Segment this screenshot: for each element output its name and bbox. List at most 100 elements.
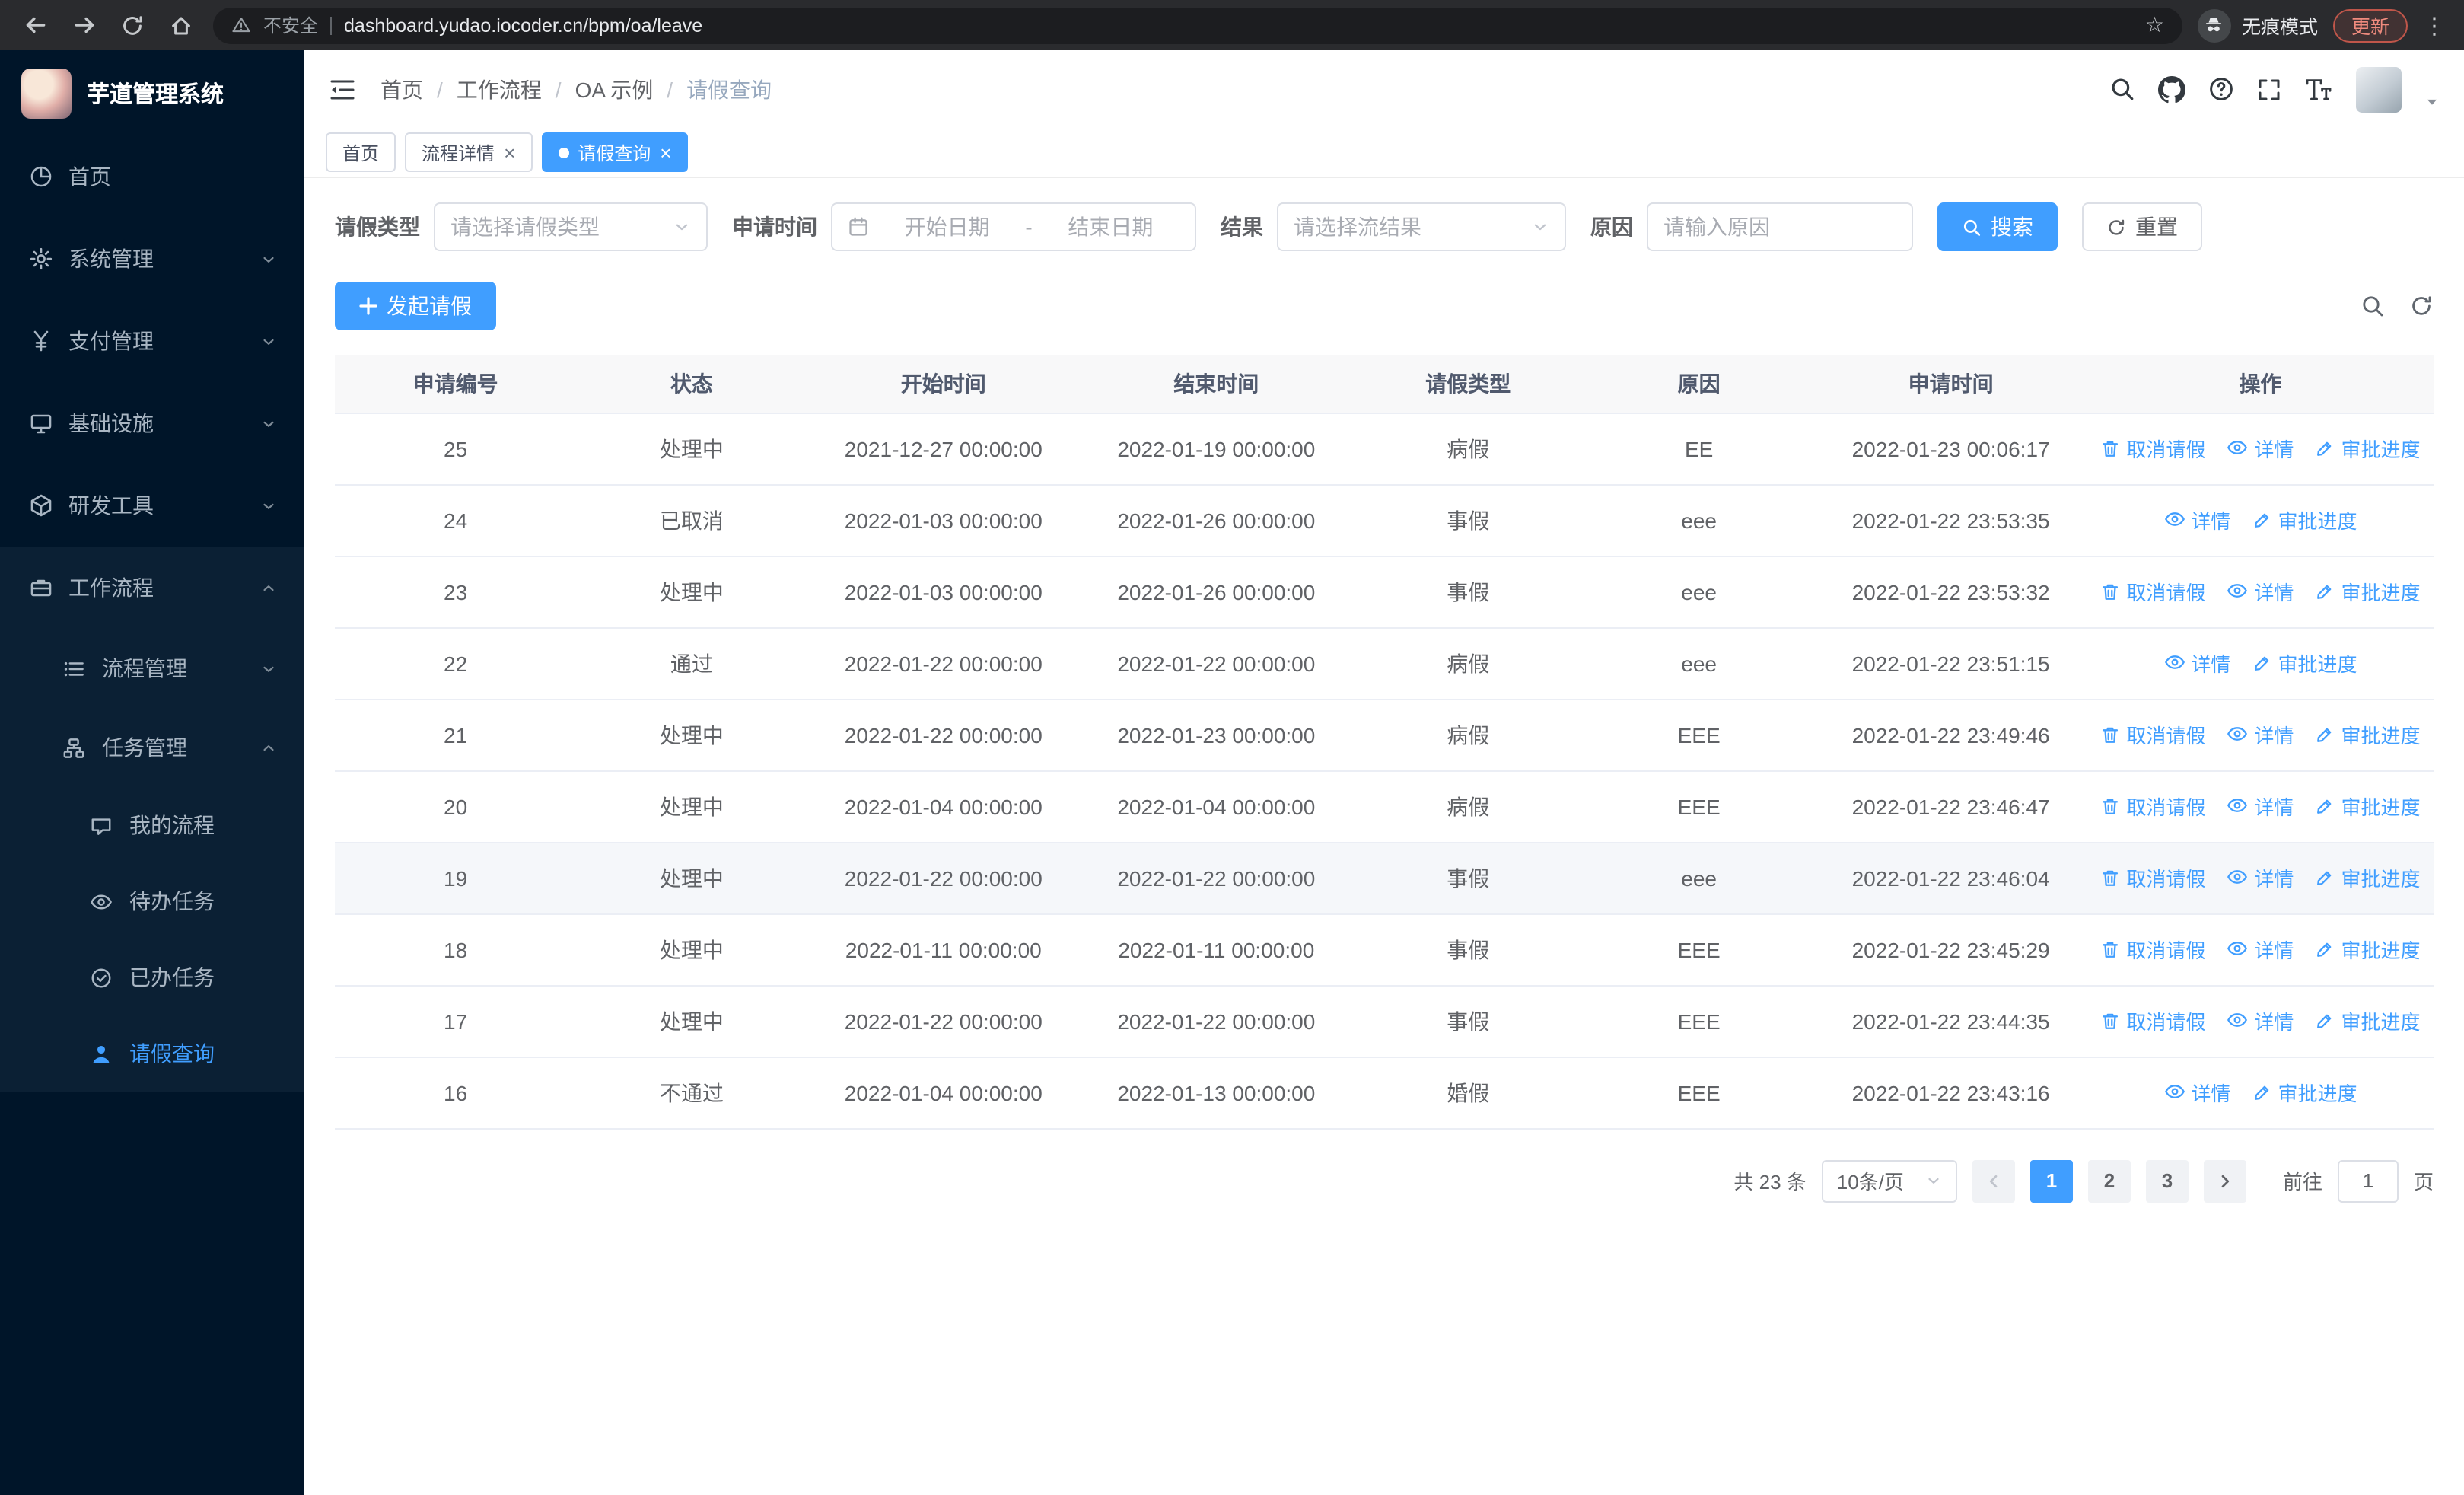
table-search-icon[interactable]	[2361, 294, 2385, 318]
sidebar-item-payment[interactable]: 支付管理	[0, 300, 304, 382]
cancel-leave-link[interactable]: 取消请假	[2100, 435, 2205, 464]
fullscreen-icon[interactable]	[2257, 77, 2281, 101]
create-leave-button[interactable]: 发起请假	[335, 282, 496, 330]
next-page-button[interactable]	[2203, 1159, 2246, 1202]
apply-id-cell: 17	[335, 985, 577, 1057]
home-icon[interactable]	[164, 8, 198, 42]
close-icon[interactable]: ×	[660, 142, 671, 162]
check-circle-icon	[88, 964, 114, 990]
detail-link[interactable]: 详情	[2163, 505, 2230, 534]
column-header: 操作	[2087, 355, 2434, 413]
sidebar-item-my-processes[interactable]: 我的流程	[0, 787, 304, 863]
start-date-placeholder[interactable]: 开始日期	[878, 212, 1016, 242]
help-icon[interactable]	[2208, 76, 2234, 102]
page-button[interactable]: 3	[2145, 1159, 2189, 1202]
address-divider	[330, 16, 333, 34]
approval-progress-link[interactable]: 审批进度	[2315, 435, 2420, 464]
cancel-leave-link[interactable]: 取消请假	[2100, 578, 2205, 607]
app-logo[interactable]: 芋道管理系统	[0, 50, 304, 135]
search-icon[interactable]	[2109, 76, 2135, 102]
back-icon[interactable]	[18, 8, 52, 42]
end-date-placeholder[interactable]: 结束日期	[1042, 212, 1179, 242]
sidebar-item-workflow[interactable]: 工作流程	[0, 547, 304, 629]
sidebar-item-system[interactable]: 系统管理	[0, 218, 304, 300]
sidebar-item-home[interactable]: 首页	[0, 135, 304, 218]
approval-progress-link[interactable]: 审批进度	[2315, 578, 2420, 607]
apply-time-cell: 2022-01-22 23:45:29	[1814, 913, 2087, 986]
security-label[interactable]: 不安全	[263, 12, 318, 38]
tab-home[interactable]: 首页	[326, 132, 396, 172]
detail-link[interactable]: 详情	[2227, 434, 2294, 463]
result-select[interactable]: 请选择流结果	[1277, 202, 1566, 251]
address-bar[interactable]: 不安全 dashboard.yudao.iocoder.cn/bpm/oa/le…	[213, 7, 2182, 43]
detail-link[interactable]: 详情	[2163, 1078, 2230, 1107]
approval-progress-link[interactable]: 审批进度	[2315, 1007, 2420, 1036]
approval-progress-link[interactable]: 审批进度	[2252, 1079, 2357, 1108]
tab-process-detail[interactable]: 流程详情 ×	[405, 132, 533, 172]
detail-link[interactable]: 详情	[2227, 577, 2294, 606]
end-time-cell: 2022-01-26 00:00:00	[1080, 556, 1353, 628]
start-time-cell: 2022-01-03 00:00:00	[807, 484, 1081, 556]
breadcrumb-item[interactable]: OA 示例	[575, 74, 654, 104]
detail-link[interactable]: 详情	[2227, 863, 2294, 892]
forward-icon[interactable]	[67, 8, 100, 42]
detail-link[interactable]: 详情	[2163, 649, 2230, 677]
approval-progress-link[interactable]: 审批进度	[2315, 792, 2420, 821]
detail-link[interactable]: 详情	[2227, 792, 2294, 821]
detail-link[interactable]: 详情	[2227, 1006, 2294, 1035]
cancel-leave-link[interactable]: 取消请假	[2100, 792, 2205, 821]
approval-progress-link[interactable]: 审批进度	[2315, 721, 2420, 750]
bookmark-star-icon[interactable]: ☆	[2145, 12, 2164, 38]
tab-leave-query[interactable]: 请假查询 ×	[541, 132, 689, 172]
detail-link[interactable]: 详情	[2227, 720, 2294, 749]
breadcrumb-item[interactable]: 工作流程	[457, 74, 542, 104]
sidebar-item-devtools[interactable]: 研发工具	[0, 464, 304, 547]
dashboard-icon	[27, 164, 53, 190]
font-size-icon[interactable]	[2304, 77, 2333, 101]
start-time-cell: 2022-01-22 00:00:00	[807, 699, 1081, 771]
page-button[interactable]: 2	[2087, 1159, 2131, 1202]
actions-cell: 取消请假 详情 审批进度	[2087, 699, 2434, 771]
leave-type-select[interactable]: 请选择请假类型	[434, 202, 708, 251]
prev-page-button[interactable]	[1972, 1159, 2015, 1202]
goto-page-input[interactable]	[2337, 1159, 2399, 1202]
cancel-leave-link[interactable]: 取消请假	[2100, 936, 2205, 964]
status-cell: 处理中	[576, 699, 807, 771]
page-button[interactable]: 1	[2029, 1159, 2073, 1202]
approval-progress-link[interactable]: 审批进度	[2252, 506, 2357, 535]
sidebar-item-process-management[interactable]: 流程管理	[0, 629, 304, 708]
top-header: 首页 / 工作流程 / OA 示例 / 请假查询	[304, 50, 2464, 128]
browser-menu-icon[interactable]: ⋮	[2423, 11, 2446, 39]
approval-progress-link[interactable]: 审批进度	[2315, 936, 2420, 964]
reload-icon[interactable]	[116, 8, 149, 42]
user-avatar[interactable]	[2356, 66, 2402, 112]
update-button[interactable]: 更新	[2332, 8, 2408, 42]
sidebar-item-todo-tasks[interactable]: 待办任务	[0, 863, 304, 939]
reset-button[interactable]: 重置	[2082, 202, 2202, 251]
close-icon[interactable]: ×	[504, 142, 515, 162]
apply-time-range-picker[interactable]: 开始日期 - 结束日期	[831, 202, 1196, 251]
approval-progress-link[interactable]: 审批进度	[2252, 649, 2357, 678]
eye-icon	[2227, 581, 2248, 602]
user-menu-caret-icon[interactable]	[2424, 94, 2440, 109]
cancel-leave-link[interactable]: 取消请假	[2100, 721, 2205, 750]
sidebar-item-task-management[interactable]: 任务管理	[0, 708, 304, 787]
github-icon[interactable]	[2158, 75, 2185, 103]
sidebar-item-done-tasks[interactable]: 已办任务	[0, 939, 304, 1015]
edit-icon	[2315, 439, 2335, 459]
collapse-menu-icon[interactable]	[329, 77, 356, 101]
sidebar-item-leave-query[interactable]: 请假查询	[0, 1015, 304, 1092]
sidebar-item-infrastructure[interactable]: 基础设施	[0, 382, 304, 464]
url-text[interactable]: dashboard.yudao.iocoder.cn/bpm/oa/leave	[344, 14, 2133, 36]
breadcrumb-item[interactable]: 首页	[380, 74, 423, 104]
cancel-leave-link[interactable]: 取消请假	[2100, 864, 2205, 893]
table-refresh-icon[interactable]	[2409, 294, 2434, 318]
approval-progress-link[interactable]: 审批进度	[2315, 864, 2420, 893]
apply-id-cell: 21	[335, 699, 577, 771]
page-size-select[interactable]: 10条/页	[1821, 1159, 1957, 1202]
reason-input[interactable]	[1647, 202, 1913, 251]
detail-link[interactable]: 详情	[2227, 935, 2294, 964]
cancel-leave-link[interactable]: 取消请假	[2100, 1007, 2205, 1036]
leave-type-cell: 事假	[1352, 484, 1584, 556]
search-button[interactable]: 搜索	[1937, 202, 2058, 251]
